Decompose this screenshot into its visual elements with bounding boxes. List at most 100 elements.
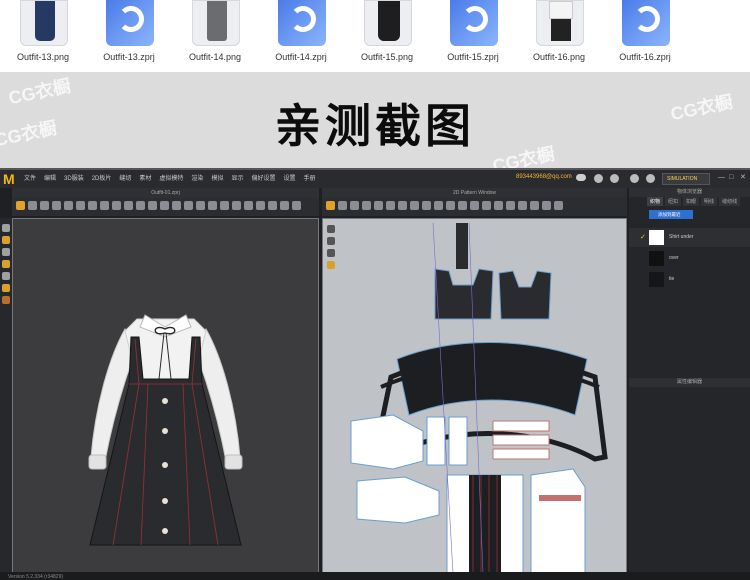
banner: CG衣橱 CG衣橱 CG衣橱 CG衣橱 亲测截图 — [0, 72, 750, 176]
shrink-tool-icon[interactable] — [232, 201, 241, 210]
select-tool-icon[interactable] — [16, 201, 25, 210]
polygon-icon[interactable] — [374, 201, 383, 210]
view-mode-icon[interactable] — [2, 224, 10, 232]
seam-allowance-icon[interactable] — [530, 201, 539, 210]
file-item[interactable]: Outfit-13.png — [0, 0, 86, 72]
avatar-icon[interactable] — [2, 236, 10, 244]
menu-avatar[interactable]: 虚拟模特 — [159, 173, 183, 182]
fold-tool-icon[interactable] — [40, 201, 49, 210]
button-tool-icon[interactable] — [112, 201, 121, 210]
pressure-icon[interactable] — [2, 272, 10, 280]
file-item[interactable]: Outfit-14.zprj — [258, 0, 344, 72]
file-item[interactable]: Outfit-15.png — [344, 0, 430, 72]
strap-tool-icon[interactable] — [100, 201, 109, 210]
menu-manual[interactable]: 手册 — [304, 173, 316, 182]
edit-tool-icon[interactable] — [244, 201, 253, 210]
buttonhole-tool-icon[interactable] — [124, 201, 133, 210]
avatar-tool-icon[interactable] — [172, 201, 181, 210]
menu-file[interactable]: 文件 — [24, 173, 36, 182]
menu-edit[interactable]: 编辑 — [44, 173, 56, 182]
internal-polygon-icon[interactable] — [410, 201, 419, 210]
garment-icon[interactable] — [2, 248, 10, 256]
account-email[interactable]: 893443968@qq.com — [516, 174, 572, 180]
trace-icon[interactable] — [434, 201, 443, 210]
free-sewing-icon[interactable] — [458, 201, 467, 210]
add-point-icon[interactable] — [362, 201, 371, 210]
piping-tool-icon[interactable] — [208, 201, 217, 210]
view-tool-icon[interactable] — [280, 201, 289, 210]
tab-topstitch[interactable]: 明线 — [701, 197, 718, 206]
fabric-item-over[interactable]: over — [629, 249, 750, 268]
minimize-button[interactable]: — — [718, 174, 726, 182]
file-item[interactable]: Outfit-16.zprj — [602, 0, 688, 72]
menu-simulation[interactable]: 模拟 — [211, 173, 223, 182]
fabric-item-shirt-under[interactable]: ✓ Shirt under — [629, 228, 750, 247]
zprj-file-icon — [106, 0, 154, 46]
share-icon[interactable] — [594, 174, 603, 183]
profile-icon[interactable] — [646, 174, 655, 183]
help-icon[interactable] — [630, 174, 639, 183]
maximize-button[interactable]: □ — [729, 174, 737, 182]
menu-3d-garment[interactable]: 3D服装 — [64, 173, 84, 182]
pin-tool-icon[interactable] — [52, 201, 61, 210]
outfit-preview — [207, 1, 227, 41]
file-item[interactable]: Outfit-15.zprj — [430, 0, 516, 72]
tab-button[interactable]: 纽扣 — [665, 197, 682, 206]
menu-items: 文件 编辑 3D服装 2D板片 缝纫 素材 虚拟模特 渲染 模拟 显示 偏好设置… — [24, 173, 316, 182]
add-to-recent-button[interactable]: 添加到最近 — [649, 210, 693, 219]
fabric-item-tie[interactable]: tie — [629, 270, 750, 289]
symmetry-icon[interactable] — [506, 201, 515, 210]
topstitch-tool-icon[interactable] — [148, 201, 157, 210]
cloud-icon[interactable] — [576, 174, 586, 181]
user-icon[interactable] — [610, 174, 619, 183]
3d-garment-window[interactable] — [12, 218, 319, 580]
menu-sewing[interactable]: 缝纫 — [119, 173, 131, 182]
fold-arrangement-icon[interactable] — [482, 201, 491, 210]
image-thumbnail — [364, 0, 412, 46]
zipper-tool-icon[interactable] — [136, 201, 145, 210]
close-button[interactable]: ✕ — [740, 174, 748, 182]
arrange-tool-icon[interactable] — [76, 201, 85, 210]
tab-sewing-thread[interactable]: 缝纫线 — [719, 197, 741, 206]
graphic-tool-icon[interactable] — [196, 201, 205, 210]
file-item[interactable]: Outfit-13.zprj — [86, 0, 172, 72]
menu-display[interactable]: 显示 — [231, 173, 243, 182]
texture-2d-icon[interactable] — [542, 201, 551, 210]
menu-render[interactable]: 渲染 — [191, 173, 203, 182]
hide-icon[interactable] — [2, 296, 10, 304]
measure-tool-icon[interactable] — [64, 201, 73, 210]
file-item[interactable]: Outfit-14.png — [172, 0, 258, 72]
texture-icon[interactable] — [2, 260, 10, 268]
menu-2d-pattern[interactable]: 2D板片 — [92, 173, 112, 182]
reset-tool-icon[interactable] — [292, 201, 301, 210]
file-item[interactable]: Outfit-16.png — [516, 0, 602, 72]
tab-fabric[interactable]: 织物 — [647, 197, 664, 206]
texture-tool-icon[interactable] — [184, 201, 193, 210]
ellipse-icon[interactable] — [398, 201, 407, 210]
puckering-tool-icon[interactable] — [220, 201, 229, 210]
simulation-button[interactable]: SIMULATION — [662, 173, 710, 185]
segment-sewing-icon[interactable] — [446, 201, 455, 210]
checkmark-icon: ✓ — [640, 234, 646, 241]
menu-preferences[interactable]: 偏好设置 — [251, 173, 275, 182]
2d-pattern-window[interactable] — [322, 218, 627, 580]
menu-settings[interactable]: 设置 — [283, 173, 295, 182]
snapshot-tool-icon[interactable] — [268, 201, 277, 210]
dart-icon[interactable] — [422, 201, 431, 210]
edit-pattern-icon[interactable] — [338, 201, 347, 210]
rectangle-icon[interactable] — [386, 201, 395, 210]
lighting-icon[interactable] — [2, 284, 10, 292]
tack-tool-icon[interactable] — [88, 201, 97, 210]
move-tool-icon[interactable] — [28, 201, 37, 210]
notch-icon[interactable] — [518, 201, 527, 210]
trim-tool-icon[interactable] — [160, 201, 169, 210]
render-tool-icon[interactable] — [256, 201, 265, 210]
tab-buttonhole[interactable]: 扣眼 — [683, 197, 700, 206]
transform-pattern-icon[interactable] — [326, 201, 335, 210]
edit-curve-icon[interactable] — [350, 201, 359, 210]
menu-materials[interactable]: 素材 — [139, 173, 151, 182]
pleat-icon[interactable] — [554, 201, 563, 210]
file-name: Outfit-14.zprj — [275, 52, 327, 62]
grainline-icon[interactable] — [494, 201, 503, 210]
check-sewing-icon[interactable] — [470, 201, 479, 210]
